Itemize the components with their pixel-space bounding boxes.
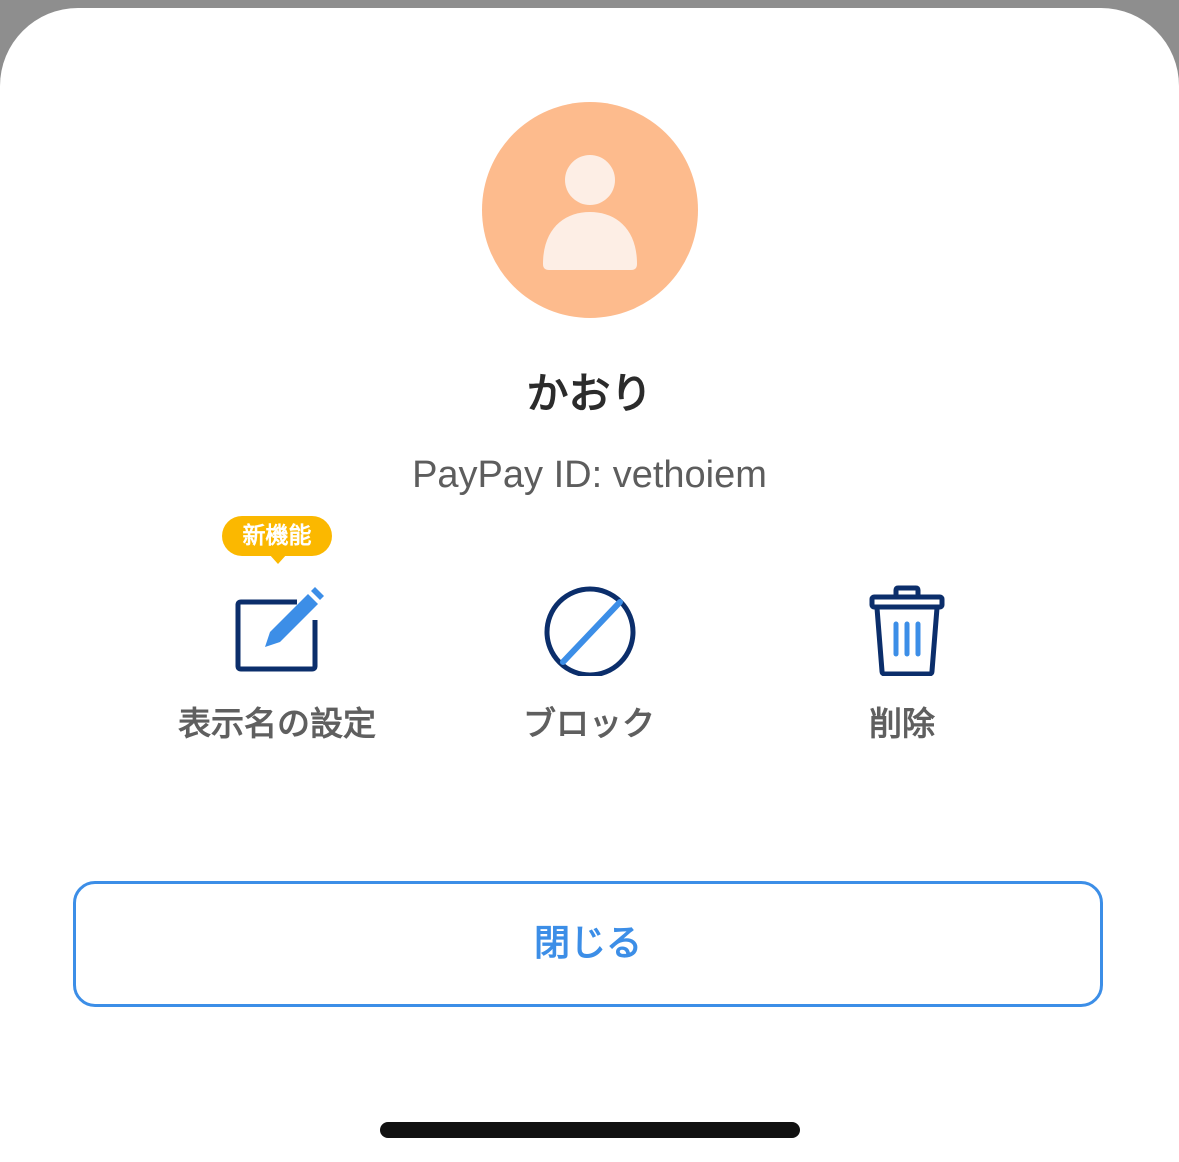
edit-icon [235, 587, 324, 672]
avatar [482, 102, 698, 318]
set-display-name-button[interactable]: 表示名の設定 [147, 568, 407, 768]
block-label: ブロック [523, 704, 655, 743]
new-feature-badge: 新機能 [222, 516, 332, 556]
person-icon [543, 155, 637, 270]
block-icon [544, 586, 636, 676]
set-display-name-label: 表示名の設定 [178, 704, 376, 743]
trash-icon [869, 585, 945, 676]
delete-label: 削除 [869, 704, 935, 743]
close-button[interactable]: 閉じる [73, 881, 1103, 1007]
profile-bottom-sheet: かおり PayPay ID: vethoiem 新機能 表示名の設定 ブロック … [0, 8, 1179, 1162]
home-indicator [380, 1122, 800, 1138]
new-feature-badge-tail [269, 554, 287, 564]
contact-name: かおり [526, 369, 653, 418]
delete-button[interactable]: 削除 [772, 568, 1032, 768]
paypay-id: PayPay ID: vethoiem [412, 454, 767, 496]
block-button[interactable]: ブロック [459, 568, 719, 768]
